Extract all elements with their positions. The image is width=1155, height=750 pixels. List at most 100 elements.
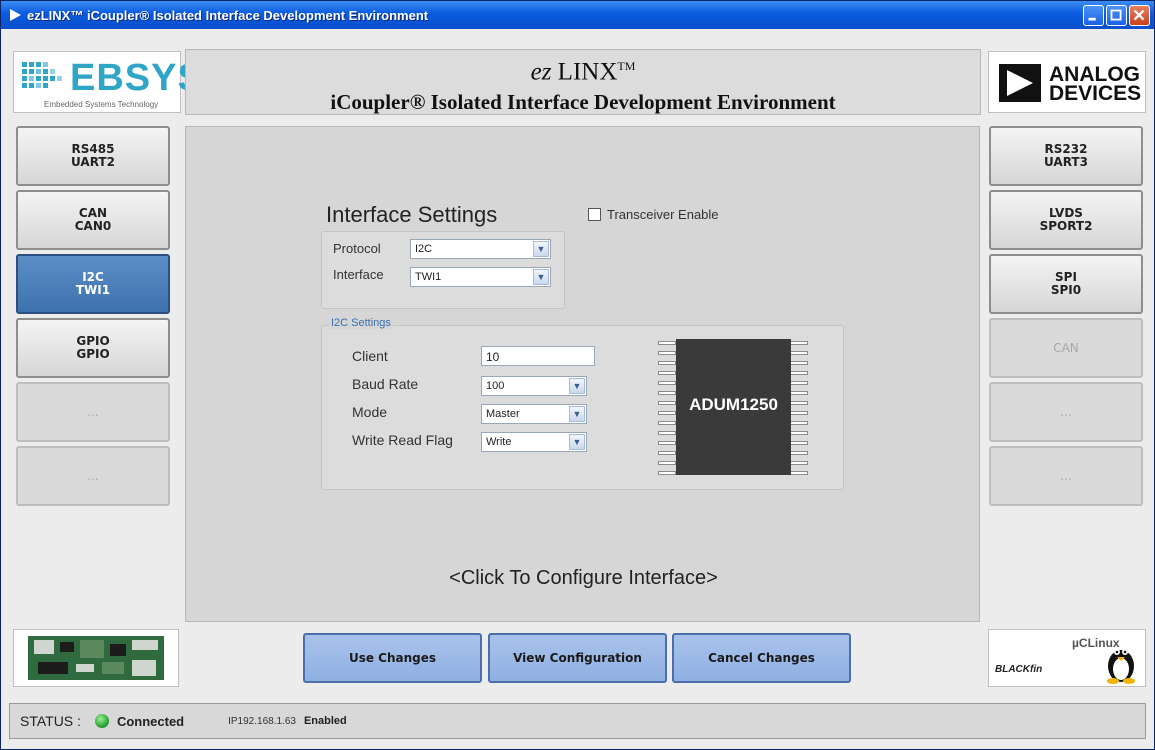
minimize-button[interactable] xyxy=(1083,4,1104,26)
interface-settings-title: Interface Settings xyxy=(326,202,498,227)
connection-status: Connected xyxy=(116,713,185,729)
chevron-down-icon[interactable]: ▼ xyxy=(533,269,549,285)
maximize-button[interactable] xyxy=(1106,4,1127,26)
close-button[interactable] xyxy=(1129,4,1150,26)
transceiver-enable-checkbox[interactable]: Transceiver Enable xyxy=(588,207,719,222)
close-icon xyxy=(1133,9,1145,20)
chip-pin xyxy=(658,351,676,355)
chip-pin xyxy=(790,441,808,445)
ebsys-logo: EBSYS Embedded Systems Technology xyxy=(13,51,203,113)
left-button-empty-2[interactable]: ... xyxy=(16,446,170,506)
chip-pin xyxy=(658,421,676,425)
chip-pin xyxy=(790,361,808,365)
chip-pin xyxy=(658,461,676,465)
app-header: ez LINXTM iCoupler® Isolated Interface D… xyxy=(185,49,981,115)
left-button-label: ... xyxy=(87,468,99,483)
right-button-label: RS232 UART3 xyxy=(1044,142,1088,169)
status-bar: STATUS : Connected IP192.168.1.63 Enable… xyxy=(9,703,1146,739)
ebsys-grid-icon xyxy=(22,62,62,88)
mode-value: Master xyxy=(486,408,520,420)
ebsys-logo-subtext: Embedded Systems Technology xyxy=(44,100,159,109)
chip-label: ADUM1250 xyxy=(689,395,778,414)
left-button-can[interactable]: CAN CAN0 xyxy=(16,190,170,250)
chip-pin xyxy=(658,371,676,375)
mode-label: Mode xyxy=(352,404,388,420)
chip-pin xyxy=(658,341,676,345)
chip-pin xyxy=(790,431,808,435)
right-button-label: CAN xyxy=(1053,340,1079,355)
chip-pin xyxy=(790,451,808,455)
right-button-label: LVDS SPORT2 xyxy=(1039,206,1093,233)
cancel-changes-button[interactable]: Cancel Changes xyxy=(672,633,851,683)
baud-rate-label: Baud Rate xyxy=(352,376,419,392)
chevron-down-icon[interactable]: ▼ xyxy=(533,241,549,257)
right-button-empty-2[interactable]: ... xyxy=(989,446,1143,506)
minimize-icon xyxy=(1088,17,1096,20)
trademark-mark: TM xyxy=(617,59,636,73)
right-button-rs232[interactable]: RS232 UART3 xyxy=(989,126,1143,186)
right-button-can[interactable]: CAN xyxy=(989,318,1143,378)
right-button-label: ... xyxy=(1060,468,1072,483)
chip-pin xyxy=(790,421,808,425)
use-changes-button[interactable]: Use Changes xyxy=(303,633,482,683)
chip-pin xyxy=(658,361,676,365)
app-title: ez LINXTM xyxy=(186,52,980,86)
baud-rate-select[interactable]: 100 ▼ xyxy=(481,376,587,396)
left-button-rs485[interactable]: RS485 UART2 xyxy=(16,126,170,186)
chip-pin xyxy=(658,401,676,405)
app-subtitle: iCoupler® Isolated Interface Development… xyxy=(330,90,836,115)
chevron-down-icon[interactable]: ▼ xyxy=(569,378,585,394)
left-button-i2c[interactable]: I2C TWI1 xyxy=(16,254,170,314)
client-input[interactable]: 10 xyxy=(481,346,595,366)
chevron-down-icon[interactable]: ▼ xyxy=(569,434,585,450)
left-button-empty-1[interactable]: ... xyxy=(16,382,170,442)
chip-pin xyxy=(790,461,808,465)
mode-select[interactable]: Master ▼ xyxy=(481,404,587,424)
interface-select[interactable]: TWI1 ▼ xyxy=(410,267,551,287)
right-button-spi[interactable]: SPI SPI0 xyxy=(989,254,1143,314)
left-button-label: CAN CAN0 xyxy=(74,206,112,233)
chip-pin xyxy=(658,451,676,455)
checkbox-box[interactable] xyxy=(588,208,601,221)
write-read-flag-value: Write xyxy=(486,436,512,448)
chip-pin xyxy=(658,391,676,395)
chip-pin xyxy=(658,411,676,415)
chip-pin xyxy=(790,411,808,415)
title-bar[interactable]: ezLINX™ iCoupler® Isolated Interface Dev… xyxy=(1,1,1154,29)
write-read-flag-select[interactable]: Write ▼ xyxy=(481,432,587,452)
chip-pin xyxy=(790,371,808,375)
enabled-status: Enabled xyxy=(303,715,347,727)
tux-penguin-icon xyxy=(1107,649,1135,684)
app-icon xyxy=(10,9,21,21)
configure-interface-prompt[interactable]: <Click To Configure Interface> xyxy=(186,567,981,590)
analog-devices-triangle-icon xyxy=(999,64,1041,102)
analog-devices-line2: DEVICES xyxy=(1049,82,1142,105)
protocol-label: Protocol xyxy=(333,241,381,256)
chip-pin xyxy=(658,471,676,475)
left-button-label: GPIO GPIO xyxy=(76,334,110,361)
analog-devices-logo: ANALOG DEVICES xyxy=(988,51,1146,113)
write-read-flag-label: Write Read Flag xyxy=(352,432,453,448)
client-label: Client xyxy=(352,348,388,364)
board-image xyxy=(13,629,179,687)
protocol-select[interactable]: I2C ▼ xyxy=(410,239,551,259)
chevron-down-icon[interactable]: ▼ xyxy=(569,406,585,422)
transceiver-enable-label: Transceiver Enable xyxy=(607,207,719,222)
main-panel: Interface Settings Transceiver Enable Pr… xyxy=(185,126,980,622)
right-button-label: SPI SPI0 xyxy=(1050,270,1082,297)
chip-pin xyxy=(790,341,808,345)
app-title-prefix: ez xyxy=(530,58,552,86)
right-button-label: ... xyxy=(1060,404,1072,419)
right-button-empty-1[interactable]: ... xyxy=(989,382,1143,442)
chip-pin xyxy=(790,391,808,395)
left-button-gpio[interactable]: GPIO GPIO xyxy=(16,318,170,378)
ip-address: IP192.168.1.63 xyxy=(228,715,296,727)
ebsys-logo-text: EBSYS xyxy=(70,57,204,99)
right-button-lvds[interactable]: LVDS SPORT2 xyxy=(989,190,1143,250)
chip-pin xyxy=(790,471,808,475)
blackfin-text: BLACKfin xyxy=(995,664,1043,675)
chip-pin xyxy=(658,431,676,435)
view-configuration-button[interactable]: View Configuration xyxy=(488,633,667,683)
i2c-settings-legend: I2C Settings xyxy=(329,317,393,329)
chip-pin xyxy=(790,381,808,385)
